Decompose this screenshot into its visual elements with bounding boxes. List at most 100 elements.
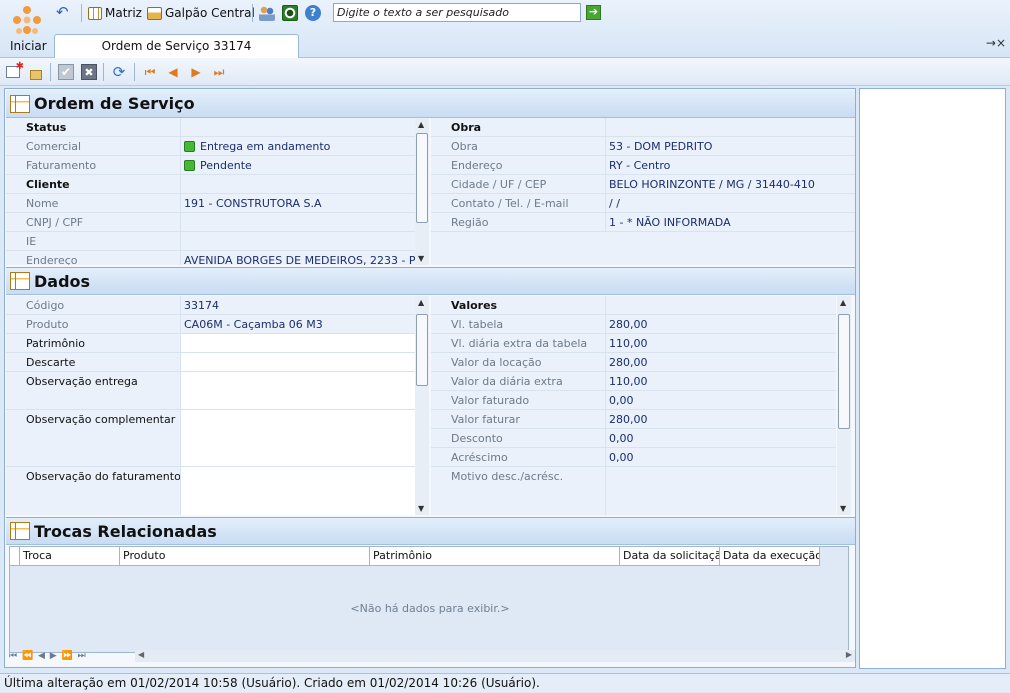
field-row: Status [6, 118, 415, 137]
last-record-icon[interactable]: ⏭ [211, 64, 227, 80]
close-tab-icon[interactable]: →× [986, 36, 1006, 50]
field-row: Acréscimo 0,00 [431, 448, 836, 467]
column-header[interactable]: Patrimônio [370, 547, 620, 566]
field-value-text: 280,00 [609, 356, 648, 369]
field-value[interactable] [180, 334, 415, 352]
undo-button[interactable]: ↶ [56, 4, 72, 22]
os-scrollbar[interactable]: ▲ ▼ [415, 118, 429, 265]
field-value-text: RY - Centro [609, 159, 671, 172]
first-record-icon[interactable]: ⏮ [142, 64, 158, 80]
column-header[interactable]: Troca [20, 547, 120, 566]
field-value-text: AVENIDA BORGES DE MEDEIROS, 2233 - PRAIA [184, 254, 415, 265]
field-row: Desconto 0,00 [431, 429, 836, 448]
horizontal-scrollbar[interactable]: ◀ ▶ [135, 650, 855, 662]
field-value: 280,00 [605, 315, 836, 333]
field-value[interactable] [180, 467, 415, 515]
field-value: CA06M - Caçamba 06 M3 [180, 315, 415, 333]
field-row: Valor faturado 0,00 [431, 391, 836, 410]
next-record-icon[interactable]: ▶ [188, 64, 204, 80]
scroll-thumb[interactable] [416, 314, 428, 386]
scroll-down-icon[interactable]: ▼ [418, 254, 424, 263]
confirm-icon[interactable]: ✔ [58, 64, 74, 80]
previous-record-icon[interactable]: ◀ [165, 64, 181, 80]
field-row: IE [6, 232, 415, 251]
cancel-icon[interactable]: ✖ [81, 64, 97, 80]
section-title: Ordem de Serviço [34, 94, 195, 113]
scroll-down-icon[interactable]: ▼ [840, 504, 846, 513]
field-label: Valores [451, 299, 498, 312]
eye-icon [282, 5, 298, 21]
field-value-text: 1 - * NÃO INFORMADA [609, 216, 731, 229]
field-value-text: 53 - DOM PEDRITO [609, 140, 713, 153]
column-header[interactable]: Data da execução [720, 547, 820, 566]
field-value: 1 - * NÃO INFORMADA [605, 213, 855, 231]
new-record-icon[interactable]: ✱ [5, 61, 24, 80]
trocas-header-row: Troca Produto Patrimônio Data da solicit… [10, 547, 820, 566]
field-value-text: / / [609, 197, 620, 210]
field-label: Endereço [451, 159, 503, 172]
field-value: / / [605, 194, 855, 212]
field-value [180, 118, 415, 136]
field-label: Endereço [26, 254, 78, 265]
matriz-button[interactable]: Matriz [88, 4, 142, 22]
field-value [605, 118, 855, 136]
tab-ordem-servico[interactable]: Ordem de Serviço 33174 [54, 34, 299, 58]
field-value [180, 175, 415, 193]
search-input[interactable]: Digite o texto a ser pesquisado [333, 3, 581, 22]
field-label: Cliente [26, 178, 70, 191]
field-value: Entrega em andamento [180, 137, 415, 155]
field-label: CNPJ / CPF [26, 216, 84, 229]
column-header[interactable]: Produto [120, 547, 370, 566]
field-label: Observação complementar [26, 413, 176, 426]
galpao-button[interactable]: Galpão Central [147, 4, 255, 22]
field-label: Acréscimo [451, 451, 508, 464]
refresh-icon[interactable]: ⟳ [111, 63, 127, 81]
field-row: Comercial Entrega em andamento [6, 137, 415, 156]
dados-left-scrollbar[interactable]: ▲ ▼ [415, 296, 429, 515]
scroll-right-icon[interactable]: ▶ [846, 650, 852, 659]
field-row: Valor da locação 280,00 [431, 353, 836, 372]
users-button[interactable] [259, 4, 275, 22]
field-value: 191 - CONSTRUTORA S.A [180, 194, 415, 212]
os-left-grid: Status Comercial Entrega em andamento Fatur… [6, 118, 415, 265]
arrow-right-icon: ➔ [588, 5, 599, 18]
field-row: Faturamento Pendente [6, 156, 415, 175]
field-value-text: 0,00 [609, 432, 634, 445]
field-value-text: Entrega em andamento [200, 140, 331, 153]
table-icon [10, 522, 30, 540]
scroll-thumb[interactable] [416, 133, 428, 223]
scroll-up-icon[interactable]: ▲ [418, 298, 424, 307]
top-bar: Iniciar ↶ Matriz Galpão Central ? Digite… [0, 0, 1010, 58]
help-button[interactable]: ? [305, 4, 321, 22]
pager-controls[interactable]: ⏮ ⏪ ◀ ▶ ⏩ ⏭ [9, 651, 87, 661]
field-value-text: 110,00 [609, 375, 648, 388]
form-area: Ordem de Serviço Status Comercial Entrega … [4, 88, 856, 668]
separator [252, 4, 253, 22]
dados-right-scrollbar[interactable]: ▲ ▼ [837, 296, 851, 515]
field-label: Contato / Tel. / E-mail [451, 197, 569, 210]
field-value-text: 280,00 [609, 413, 648, 426]
scroll-down-icon[interactable]: ▼ [418, 504, 424, 513]
iniciar-button[interactable]: Iniciar [10, 39, 47, 53]
field-label: Observação entrega [26, 375, 138, 388]
field-value: AVENIDA BORGES DE MEDEIROS, 2233 - PRAIA [180, 251, 415, 265]
field-value[interactable] [180, 353, 415, 371]
field-label: Descarte [26, 356, 76, 369]
view-button[interactable] [282, 4, 298, 22]
field-row: Obra [431, 118, 855, 137]
lock-icon[interactable] [28, 64, 44, 80]
field-value[interactable] [180, 372, 415, 409]
field-label: Região [451, 216, 489, 229]
scroll-up-icon[interactable]: ▲ [840, 298, 846, 307]
scroll-up-icon[interactable]: ▲ [418, 120, 424, 129]
scroll-thumb[interactable] [838, 314, 850, 429]
field-value: 0,00 [605, 429, 836, 447]
field-value[interactable] [180, 410, 415, 466]
app-logo-icon[interactable] [8, 2, 46, 40]
field-value-text: 280,00 [609, 318, 648, 331]
column-header[interactable]: Data da solicitação [620, 547, 720, 566]
search-go-button[interactable]: ➔ [586, 5, 601, 20]
field-value [180, 213, 415, 231]
field-row: Código 33174 [6, 296, 415, 315]
scroll-left-icon[interactable]: ◀ [138, 650, 144, 659]
